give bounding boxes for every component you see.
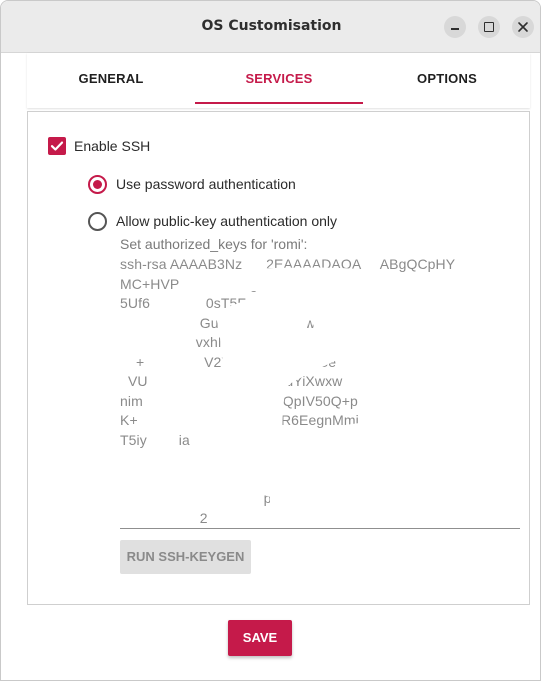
tab-general[interactable]: GENERAL [27, 53, 195, 105]
authorized-key-line: 2 [120, 509, 208, 526]
public-key-auth-label[interactable]: Allow public-key authentication only [116, 213, 337, 229]
save-button[interactable]: SAVE [228, 620, 292, 656]
authorized-key-line: K+ vdS sR6EegnMmi [120, 412, 359, 428]
authorized-key-line: MC+HVPm PKgCUo35 vHmsejdV [120, 275, 399, 292]
password-auth-label[interactable]: Use password authentication [116, 176, 296, 192]
tab-options[interactable]: OPTIONS [363, 53, 531, 105]
authorized-key-line: VU uwuYiXwxw [120, 373, 343, 389]
tab-bar: GENERAL SERVICES OPTIONS [27, 53, 530, 108]
minimize-button[interactable] [444, 16, 466, 38]
authorized-key-line: + V2YH t8i6tOLSe [120, 353, 337, 370]
authorized-key-line: ssh-rsa AAAAB3Nz 2EAAAADAQA ABgQCpHY [120, 256, 456, 272]
run-ssh-keygen-button[interactable]: RUN SSH-KEYGEN [120, 540, 251, 574]
authorized-key-line: vxhN iB1iMMsZ [120, 334, 332, 350]
keys-field-underline [120, 528, 520, 529]
title-bar[interactable]: OS Customisation [1, 1, 540, 53]
authorized-key-line: nim n+QpIV50Q+p [120, 392, 358, 409]
close-icon [518, 22, 528, 32]
authorized-key-line: Gu5R SQ2w1Yp [120, 314, 340, 331]
checkmark-icon [50, 141, 64, 151]
authorized-key-line: MJMl [120, 451, 294, 467]
maximize-icon [484, 22, 494, 32]
public-key-auth-radio[interactable] [88, 212, 107, 231]
maximize-button[interactable] [478, 16, 500, 38]
services-panel: Enable SSH Use password authentication A… [27, 111, 530, 605]
password-auth-radio[interactable] [88, 175, 107, 194]
close-button[interactable] [512, 16, 534, 38]
authorized-key-line: T5iy ia9gn2vISC wP/YP5 [120, 431, 343, 448]
authorized-key-line: f8pv [120, 470, 291, 487]
tab-services[interactable]: SERVICES [195, 53, 363, 105]
minimize-icon [451, 28, 459, 30]
authorized-key-line: 5Uf6 0sT5Fs sRgV6leTs2 [120, 295, 361, 311]
authorized-keys-label: Set authorized_keys for 'romi': [120, 236, 308, 252]
os-customisation-window: OS Customisation GENERAL SERVICES OPTION… [0, 0, 541, 681]
active-tab-indicator [195, 102, 363, 104]
authorized-keys-textarea[interactable]: ssh-rsa AAAAB3Nz 2EAAAADAQA ABgQCpHY MC+H… [120, 256, 520, 528]
enable-ssh-checkbox[interactable] [48, 137, 66, 155]
authorized-key-line: ppe [120, 490, 288, 506]
enable-ssh-label[interactable]: Enable SSH [74, 138, 150, 154]
